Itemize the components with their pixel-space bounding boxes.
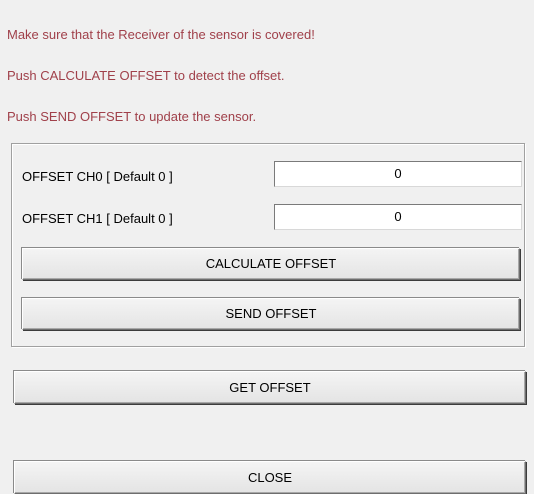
instruction-cover-receiver: Make sure that the Receiver of the senso… xyxy=(7,27,315,42)
send-offset-button[interactable]: SEND OFFSET xyxy=(22,298,520,330)
offset-ch1-field[interactable]: 0 xyxy=(274,204,522,230)
get-offset-button[interactable]: GET OFFSET xyxy=(14,371,526,404)
instruction-send-offset: Push SEND OFFSET to update the sensor. xyxy=(7,109,257,124)
offset-ch0-field[interactable]: 0 xyxy=(274,161,522,187)
offset-ch1-label: OFFSET CH1 [ Default 0 ] xyxy=(22,211,173,226)
close-button[interactable]: CLOSE xyxy=(14,461,526,494)
offset-ch0-label: OFFSET CH0 [ Default 0 ] xyxy=(22,169,173,184)
calculate-offset-button[interactable]: CALCULATE OFFSET xyxy=(22,248,520,280)
instruction-calculate-offset: Push CALCULATE OFFSET to detect the offs… xyxy=(7,68,285,83)
offset-panel: OFFSET CH0 [ Default 0 ] 0 OFFSET CH1 [ … xyxy=(11,143,525,347)
